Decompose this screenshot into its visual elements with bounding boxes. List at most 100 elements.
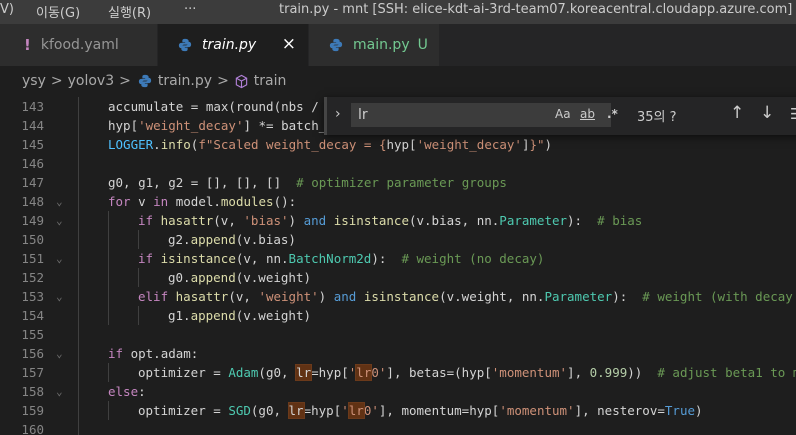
code-token: ) — [695, 403, 703, 418]
code-line[interactable]: 147 g0, g1, g2 = [], [], [] # optimizer p… — [0, 173, 796, 192]
code-token: opt.adam: — [123, 346, 199, 361]
code-line[interactable]: 150 g2.append(v.bias) — [0, 230, 796, 249]
code-token: (v.weight) — [235, 270, 311, 285]
code-token: and — [303, 213, 327, 228]
indent-guide — [78, 420, 79, 435]
code-token: if — [108, 346, 124, 361]
breadcrumb-item-file[interactable]: train.py — [158, 73, 212, 89]
code-line[interactable]: 145 LOGGER.info(f"Scaled weight_decay = {… — [0, 135, 796, 154]
breadcrumb-item-function[interactable]: train — [254, 73, 287, 89]
code-line[interactable]: 155 — [0, 325, 796, 344]
code-token: g0. — [168, 270, 191, 285]
whole-word-icon[interactable]: ab — [580, 107, 595, 121]
indent-guide — [78, 325, 79, 344]
code-token: (g0, — [250, 403, 289, 418]
chevron-right-icon: > — [50, 73, 63, 89]
menu-view[interactable]: V) — [0, 2, 14, 17]
fold-chevron-icon[interactable]: ⌄ — [56, 344, 63, 363]
next-match-icon[interactable]: ↓ — [760, 103, 774, 123]
code-token: ] *= batch_ — [243, 118, 327, 133]
code-line[interactable]: 158 ⌄ else: — [0, 382, 796, 401]
code-text: elif hasattr(v, 'weight') and isinstance… — [138, 287, 793, 306]
code-token: True — [664, 403, 695, 418]
code-token: f"Scaled weight_decay = { — [198, 137, 387, 152]
code-token: isinstance — [160, 251, 236, 266]
fold-chevron-icon[interactable]: ⌄ — [56, 192, 63, 211]
code-token: ], betas=(hyp[ — [386, 365, 492, 380]
code-token: v — [130, 194, 154, 209]
indent-guide — [78, 230, 79, 249]
code-text: g2.append(v.bias) — [168, 230, 296, 249]
breadcrumb-item-yolov3[interactable]: yolov3 — [68, 73, 115, 89]
code-token: accumulate = max(round(nbs / — [108, 99, 327, 114]
indent-guide — [78, 344, 79, 363]
code-token: ], — [567, 365, 590, 380]
menu-go[interactable]: 이동(G) — [36, 2, 80, 21]
code-line[interactable]: 153 ⌄ elif hasattr(v, 'weight') and isinst… — [0, 287, 796, 306]
code-editor[interactable]: 143 accumulate = max(round(nbs / 144 hyp['… — [0, 96, 796, 435]
code-token: 'momentum' — [491, 365, 568, 380]
match-case-icon[interactable]: Aa — [555, 107, 571, 121]
indent-guide — [138, 306, 139, 325]
code-line[interactable]: 148 ⌄ for v in model.modules(): — [0, 192, 796, 211]
indent-guide — [108, 230, 109, 249]
fold-chevron-icon[interactable]: ⌄ — [56, 287, 63, 306]
tab-main-py[interactable]: main.py U — [309, 24, 439, 66]
find-in-selection-icon[interactable]: ☰ — [790, 105, 796, 123]
code-token: # weight (with decay — [642, 289, 793, 304]
breadcrumb-item-ysy[interactable]: ysy — [22, 73, 46, 89]
indent-guide — [78, 211, 79, 230]
code-token: 'weight' — [258, 289, 319, 304]
code-text: if isinstance(v, nn.BatchNorm2d): # weig… — [138, 249, 544, 268]
tab-label: train.py — [202, 37, 257, 53]
code-token: hasattr — [160, 213, 214, 228]
find-input[interactable]: lr — [351, 103, 611, 127]
code-line[interactable]: 149 ⌄ if hasattr(v, 'bias') and isinstance… — [0, 211, 796, 230]
code-line[interactable]: 152 g0.append(v.weight) — [0, 268, 796, 287]
code-token: =hyp[ — [311, 365, 349, 380]
code-line[interactable]: 154 g1.append(v.weight) — [0, 306, 796, 325]
code-token: hyp[ — [108, 118, 139, 133]
line-number: 150 — [21, 232, 44, 247]
match-count: 35의 ? — [637, 110, 677, 125]
code-line[interactable]: 151 ⌄ if isinstance(v, nn.BatchNorm2d): # … — [0, 249, 796, 268]
code-line[interactable]: 156 ⌄ if opt.adam: — [0, 344, 796, 363]
indent-guide — [78, 173, 79, 192]
code-token: 'weight_decay' — [138, 118, 244, 133]
menu-run[interactable]: 실행(R) — [108, 2, 151, 21]
code-text: if hasattr(v, 'bias') and isinstance(v.b… — [138, 211, 642, 230]
indent-guide — [108, 306, 109, 325]
code-token: if — [138, 251, 154, 266]
indent-guide — [108, 249, 109, 268]
code-token: hasattr — [175, 289, 229, 304]
tab-train-py[interactable]: train.py × — [158, 24, 308, 66]
code-line[interactable]: 157 optimizer = Adam(g0, lr=hyp['lr0'], b… — [0, 363, 796, 382]
close-icon[interactable]: × — [282, 34, 296, 54]
code-token: optimizer = — [138, 403, 229, 418]
indent-guide — [108, 268, 109, 287]
fold-chevron-icon[interactable]: ⌄ — [56, 211, 63, 230]
exclamation-icon: ! — [24, 36, 31, 54]
menu-more[interactable]: ··· — [184, 2, 196, 17]
code-token: and — [333, 289, 357, 304]
toggle-replace-icon[interactable]: › — [335, 106, 341, 122]
line-number: 157 — [21, 365, 44, 380]
fold-chevron-icon[interactable]: ⌄ — [56, 249, 63, 268]
title-bar: V) 이동(G) 실행(R) ··· train.py - mnt [SSH: … — [0, 0, 796, 24]
fold-chevron-icon[interactable]: ⌄ — [56, 382, 63, 401]
regex-icon[interactable]: .* — [607, 107, 618, 121]
line-number: 160 — [21, 422, 44, 435]
previous-match-icon[interactable]: ↑ — [730, 103, 744, 123]
tab-kfood-yaml[interactable]: ! kfood.yaml — [0, 24, 157, 66]
python-icon — [329, 38, 343, 52]
indent-guide — [78, 154, 79, 173]
code-text: if opt.adam: — [108, 344, 198, 363]
indent-guide — [78, 401, 79, 420]
code-line[interactable]: 146 — [0, 154, 796, 173]
code-token: isinstance — [333, 213, 409, 228]
tab-label: main.py — [353, 37, 410, 53]
code-token: if — [138, 213, 154, 228]
code-line[interactable]: 159 optimizer = SGD(g0, lr=hyp['lr0'], mo… — [0, 401, 796, 420]
code-line[interactable]: 160 — [0, 420, 796, 435]
code-token: # bias — [597, 213, 643, 228]
